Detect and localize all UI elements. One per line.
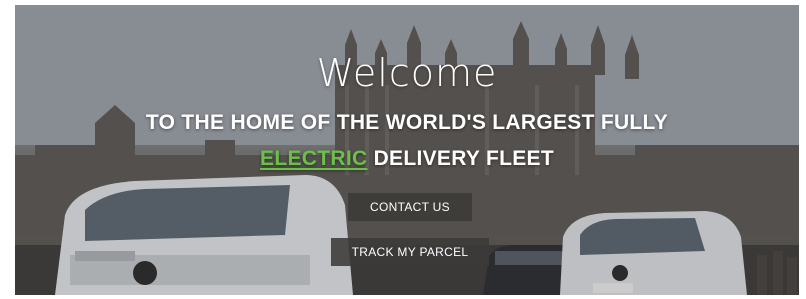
hero-banner: Welcome TO THE HOME OF THE WORLD'S LARGE… xyxy=(15,5,799,295)
welcome-heading: Welcome xyxy=(316,51,498,95)
hero-headline-line2: ELECTRIC DELIVERY FLEET xyxy=(15,147,799,171)
contact-us-button[interactable]: CONTACT US xyxy=(348,193,472,221)
electric-link[interactable]: ELECTRIC xyxy=(260,147,367,170)
hero-headline-line1: TO THE HOME OF THE WORLD'S LARGEST FULLY xyxy=(145,111,669,134)
track-my-parcel-button[interactable]: TRACK MY PARCEL xyxy=(331,238,489,266)
headline-line2-rest: DELIVERY FLEET xyxy=(367,147,554,170)
